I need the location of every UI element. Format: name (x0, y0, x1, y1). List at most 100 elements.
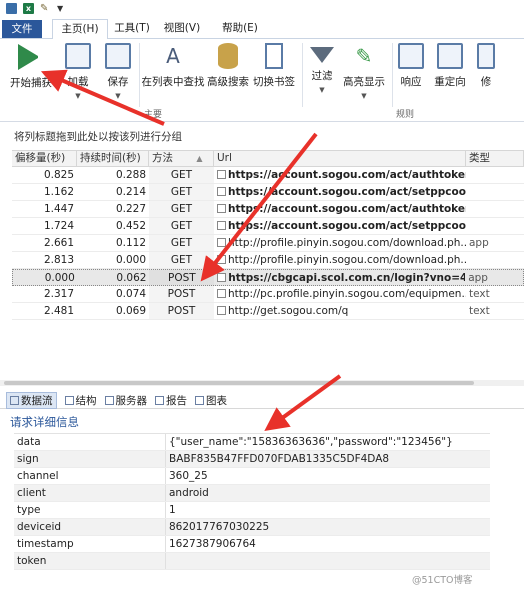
url-text: http://profile.pinyin.sogou.com/download… (228, 254, 466, 266)
cell-duration: 0.062 (116, 272, 147, 284)
detail-value: 1627387906764 (169, 538, 256, 550)
detail-row[interactable]: timestamp 1627387906764 (14, 536, 490, 553)
highlight-button[interactable]: ✎ 高亮显示 ▼ (340, 43, 388, 100)
cell-type: text (469, 305, 490, 317)
inspector-tabs: 数据流 结构 服务器 报告 图表 (0, 391, 524, 409)
cell-method: GET (149, 167, 214, 183)
column-header-duration[interactable]: 持续时间(秒) (77, 151, 149, 166)
detail-row[interactable]: channel 360_25 (14, 468, 490, 485)
tab-home[interactable]: 主页(H) (52, 19, 108, 40)
table-row[interactable]: 0.825 0.288 GET https://account.sogou.com/a… (12, 167, 524, 184)
column-header-method[interactable]: 方法 ▲ (149, 151, 214, 166)
tab-view[interactable]: 视图(V) (162, 19, 202, 39)
response-icon (398, 43, 424, 69)
detail-row[interactable]: client android (14, 485, 490, 502)
detail-row[interactable]: data {"user_name":"15836363636","password… (14, 434, 490, 451)
database-icon (218, 43, 238, 69)
response-button[interactable]: 响应 (396, 43, 426, 89)
tab-data-stream[interactable]: 数据流 (6, 391, 57, 409)
tree-icon (64, 395, 74, 405)
detail-row[interactable]: deviceid 862017767030225 (14, 519, 490, 536)
tab-file[interactable]: 文件 (2, 20, 42, 38)
quick-access-dropdown-icon[interactable]: ▼ (57, 3, 68, 14)
scrollbar-thumb[interactable] (4, 381, 474, 385)
advanced-search-button[interactable]: 高级搜索 (206, 43, 250, 89)
brush-icon[interactable]: ✎ (40, 3, 51, 14)
detail-value: {"user_name":"15836363636","password":"1… (169, 436, 453, 448)
page-icon (217, 273, 227, 282)
table-row[interactable]: 2.813 0.000 GET http://profile.pinyin.sogou… (12, 252, 524, 269)
detail-key: timestamp (14, 536, 166, 552)
table-row[interactable]: 0.000 0.062 POST https://cbgcapi.scol.com.c… (12, 269, 524, 286)
detail-key: type (14, 502, 166, 518)
cell-type (466, 218, 524, 234)
detail-row[interactable]: token (14, 553, 490, 570)
cell-type (466, 167, 524, 183)
tab-chart[interactable]: 图表 (195, 393, 227, 408)
chevron-down-icon: ▼ (361, 92, 367, 100)
cell-type (466, 201, 524, 217)
save-file-icon (105, 43, 131, 69)
filter-button[interactable]: 过滤 ▼ (306, 43, 338, 94)
tab-structure[interactable]: 结构 (64, 393, 97, 408)
excel-icon[interactable]: x (23, 3, 34, 14)
cell-offset: 2.481 (43, 305, 74, 317)
page-icon (217, 170, 226, 179)
tab-tools[interactable]: 工具(T) (112, 19, 152, 39)
url-text: https://cbgcapi.scol.com.cn/login?vno=4.… (228, 272, 466, 284)
play-icon (18, 44, 44, 70)
page-icon (217, 204, 226, 213)
cell-type: text (469, 288, 490, 300)
detail-value: android (169, 487, 209, 499)
group-by-panel[interactable]: 将列标题拖到此处以按该列进行分组 (0, 123, 524, 149)
detail-row[interactable]: sign BABF835B47FFD070FDAB1335C5DF4DA8 (14, 451, 490, 468)
save-button[interactable]: 保存 ▼ (100, 43, 136, 100)
table-row[interactable]: 2.481 0.069 POST http://get.sogou.com/q text (12, 303, 524, 320)
tab-report[interactable]: 报告 (155, 393, 187, 408)
cell-duration: 0.074 (115, 288, 146, 300)
detail-key: data (14, 434, 166, 450)
server-icon (104, 395, 114, 405)
redirect-button[interactable]: 重定向 (430, 43, 470, 89)
page-icon (217, 306, 226, 315)
column-header-offset[interactable]: 偏移量(秒) (12, 151, 77, 166)
cell-duration: 0.069 (115, 305, 146, 317)
cell-offset: 1.162 (43, 186, 74, 198)
cell-duration: 0.000 (115, 254, 146, 266)
find-in-list-button[interactable]: A 在列表中查找 (141, 43, 205, 89)
detail-key: sign (14, 451, 166, 467)
request-details-table: data {"user_name":"15836363636","password… (14, 433, 490, 570)
table-row[interactable]: 1.447 0.227 GET https://account.sogou.com/a… (12, 201, 524, 218)
cell-type: app (468, 272, 488, 284)
page-icon (217, 289, 226, 298)
cell-method: POST (149, 286, 214, 302)
cell-duration: 0.288 (115, 169, 146, 181)
detail-key: deviceid (14, 519, 166, 535)
cell-offset: 1.447 (43, 203, 74, 215)
table-row[interactable]: 2.661 0.112 GET http://profile.pinyin.sogou… (12, 235, 524, 252)
horizontal-scrollbar[interactable] (0, 380, 524, 386)
title-bar: x ✎ ▼ (0, 0, 524, 17)
start-capture-button[interactable]: 开始捕获 (6, 43, 56, 90)
cell-method: POST (149, 303, 214, 319)
column-header-type[interactable]: 类型 (466, 151, 524, 166)
modify-icon (477, 43, 495, 69)
table-row[interactable]: 2.317 0.074 POST http://pc.profile.pinyin.s… (12, 286, 524, 303)
tab-server[interactable]: 服务器 (104, 393, 147, 408)
find-icon: A (166, 44, 180, 68)
redirect-icon (437, 43, 463, 69)
modify-button[interactable]: 修 (476, 43, 496, 89)
column-header-url[interactable]: Url (214, 151, 466, 166)
cell-offset: 2.317 (43, 288, 74, 300)
ribbon-tabs: 文件 主页(H) 工具(T) 视图(V) 帮助(E) (0, 17, 524, 40)
cell-method: POST (149, 270, 215, 285)
tab-help[interactable]: 帮助(E) (218, 19, 262, 39)
bookmark-icon (265, 43, 283, 69)
toggle-bookmark-button[interactable]: 切换书签 (252, 43, 296, 89)
load-button[interactable]: 加载 ▼ (60, 43, 96, 100)
detail-value: BABF835B47FFD070FDAB1335C5DF4DA8 (169, 453, 390, 465)
detail-row[interactable]: type 1 (14, 502, 490, 519)
table-row[interactable]: 1.724 0.452 GET https://account.sogou.com/a… (12, 218, 524, 235)
table-row[interactable]: 1.162 0.214 GET https://account.sogou.com/a… (12, 184, 524, 201)
save-icon[interactable] (6, 3, 17, 14)
